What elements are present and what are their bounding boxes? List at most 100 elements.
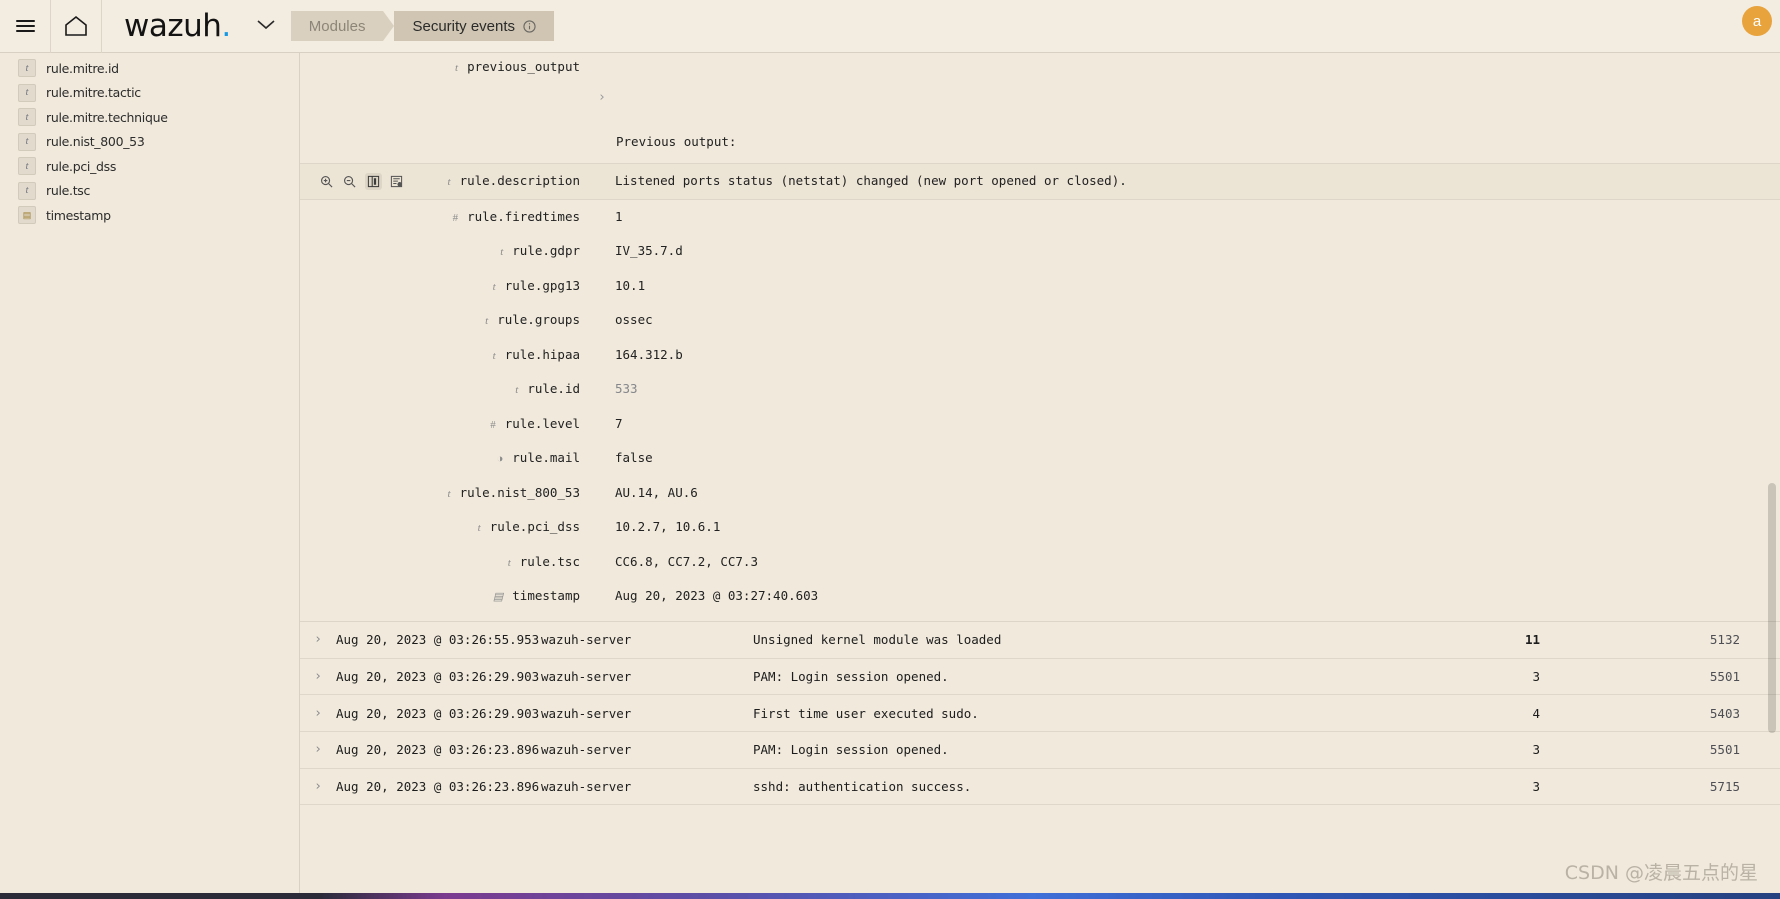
wazuh-logo[interactable]: wazuh. [102, 0, 241, 53]
sidebar-item-label: rule.mitre.id [46, 60, 119, 76]
sidebar-item-rule-pci-dss[interactable]: t rule.pci_dss [0, 154, 299, 179]
expand-row-caret-icon[interactable]: › [300, 779, 336, 794]
event-time: Aug 20, 2023 @ 03:26:29.903 [336, 669, 540, 685]
detail-row-previous-output: t previous_output › Previous output: osse… [300, 53, 1780, 163]
field-type-boolean-icon: ◑ [496, 453, 504, 465]
detail-row-rule-gpg13[interactable]: t rule.gpg13 10.1 [300, 269, 1780, 304]
vertical-scrollbar[interactable] [1767, 53, 1778, 899]
event-agent: wazuh-server [541, 669, 632, 685]
chevron-down-icon[interactable] [255, 17, 277, 36]
detail-field-name: t previous_output [405, 53, 580, 74]
detail-row-rule-mail[interactable]: ◑ rule.mail false [300, 441, 1780, 476]
sidebar-item-rule-mitre-tactic[interactable]: t rule.mitre.tactic [0, 81, 299, 106]
detail-field-value: false [615, 450, 653, 465]
event-time: Aug 20, 2023 @ 03:26:29.903 [336, 705, 540, 721]
event-time: Aug 20, 2023 @ 03:26:23.896 [336, 779, 540, 795]
detail-field-value: › Previous output: ossec: output: 'netst… [580, 53, 1780, 163]
expand-row-caret-icon[interactable]: › [300, 742, 336, 757]
detail-row-rule-hipaa[interactable]: t rule.hipaa 164.312.b [300, 338, 1780, 373]
detail-row-rule-id[interactable]: t rule.id 533 [300, 372, 1780, 407]
detail-row-timestamp[interactable]: ▤ timestamp Aug 20, 2023 @ 03:27:40.603 [300, 579, 1780, 621]
table-row[interactable]: › Aug 20, 2023 @ 03:26:29.903 wazuh-serv… [300, 695, 1780, 733]
hamburger-icon[interactable] [0, 0, 50, 53]
sidebar-item-rule-mitre-id[interactable]: t rule.mitre.id [0, 56, 299, 81]
row-actions [300, 579, 405, 613]
detail-field-name: t rule.id [405, 372, 580, 396]
detail-row-rule-groups[interactable]: t rule.groups ossec [300, 303, 1780, 338]
sidebar-item-timestamp[interactable]: ▤ timestamp [0, 203, 299, 228]
event-level: 4 [1532, 705, 1540, 721]
detail-field-value: 533 [615, 381, 638, 396]
expand-row-caret-icon[interactable]: › [300, 669, 336, 684]
detail-row-rule-gdpr[interactable]: t rule.gdpr IV_35.7.d [300, 234, 1780, 269]
field-type-number-icon: # [452, 211, 459, 224]
event-level: 3 [1532, 669, 1540, 685]
expand-row-caret-icon[interactable]: › [300, 632, 336, 647]
detail-field-value: 7 [615, 415, 623, 431]
field-type-string-icon: t [507, 556, 511, 569]
content-area: t previous_output › Previous output: osse… [300, 53, 1780, 899]
table-row[interactable]: › Aug 20, 2023 @ 03:26:29.903 wazuh-serv… [300, 659, 1780, 696]
main-layout: t rule.mitre.id t rule.mitre.tactic t ru… [0, 53, 1780, 899]
sidebar-item-rule-nist-800-53[interactable]: t rule.nist_800_53 [0, 130, 299, 155]
expand-caret-icon[interactable]: › [598, 90, 606, 105]
filter-field-icon[interactable] [389, 173, 406, 190]
detail-row-rule-level[interactable]: # rule.level 7 [300, 407, 1780, 442]
event-description: sshd: authentication success. [753, 779, 972, 795]
detail-row-rule-firedtimes[interactable]: # rule.firedtimes 1 [300, 200, 1780, 235]
detail-field-value: IV_35.7.d [615, 243, 683, 258]
detail-field-name: t rule.tsc [405, 545, 580, 569]
event-time: Aug 20, 2023 @ 03:26:55.953 [336, 632, 540, 648]
field-type-string-icon: t [447, 487, 451, 500]
event-description: Unsigned kernel module was loaded [753, 632, 1002, 648]
event-rule-id: 5403 [1709, 705, 1740, 721]
avatar[interactable]: a [1742, 6, 1772, 36]
zoom-out-icon[interactable] [342, 173, 359, 190]
sidebar-item-label: rule.mitre.technique [46, 109, 168, 125]
sidebar-item-label: rule.nist_800_53 [46, 134, 145, 150]
detail-field-value: 1 [615, 208, 623, 224]
detail-field-value: Aug 20, 2023 @ 03:27:40.603 [615, 588, 819, 603]
breadcrumb-item-security-events[interactable]: Security events [394, 11, 555, 41]
field-type-string-icon: t [18, 59, 36, 78]
field-type-string-icon: t [18, 132, 36, 151]
sidebar-item-rule-mitre-technique[interactable]: t rule.mitre.technique [0, 105, 299, 130]
expand-row-caret-icon[interactable]: › [300, 706, 336, 721]
table-row[interactable]: › Aug 20, 2023 @ 03:26:23.896 wazuh-serv… [300, 769, 1780, 806]
row-actions [300, 372, 405, 406]
detail-field-value: 10.2.7, 10.6.1 [615, 519, 721, 534]
table-row[interactable]: › Aug 20, 2023 @ 03:26:55.953 wazuh-serv… [300, 622, 1780, 659]
row-actions [300, 303, 405, 337]
row-actions [300, 164, 405, 198]
sidebar-item-rule-tsc[interactable]: t rule.tsc [0, 179, 299, 204]
field-type-string-icon: t [485, 315, 489, 327]
detail-row-rule-description[interactable]: t rule.description Listened ports status … [300, 163, 1780, 200]
detail-row-rule-pci-dss[interactable]: t rule.pci_dss 10.2.7, 10.6.1 [300, 510, 1780, 545]
sidebar-item-label: timestamp [46, 207, 111, 223]
detail-field-value: CC6.8, CC7.2, CC7.3 [615, 553, 758, 569]
breadcrumb-modules-label: Modules [308, 17, 366, 35]
prev-line-0: Previous output: [616, 134, 737, 149]
events-table: › Aug 20, 2023 @ 03:26:55.953 wazuh-serv… [300, 622, 1780, 806]
field-label: rule.firedtimes [467, 208, 580, 224]
field-label: rule.gdpr [512, 243, 580, 258]
detail-row-rule-tsc[interactable]: t rule.tsc CC6.8, CC7.2, CC7.3 [300, 545, 1780, 580]
scrollbar-thumb[interactable] [1768, 483, 1776, 733]
event-rule-id: 5715 [1709, 779, 1740, 795]
toggle-column-icon[interactable] [365, 172, 382, 190]
field-label: rule.groups [497, 312, 580, 327]
breadcrumb: Modules Security events [290, 10, 555, 42]
table-row[interactable]: › Aug 20, 2023 @ 03:26:23.896 wazuh-serv… [300, 732, 1780, 769]
detail-field-name: t rule.nist_800_53 [405, 476, 580, 500]
info-icon[interactable] [523, 19, 536, 33]
zoom-in-icon[interactable] [318, 173, 335, 190]
field-type-string-icon: t [492, 349, 496, 362]
detail-row-rule-nist-800-53[interactable]: t rule.nist_800_53 AU.14, AU.6 [300, 476, 1780, 511]
event-rule-id: 5501 [1709, 669, 1740, 685]
brand-dot: . [221, 7, 231, 44]
breadcrumb-item-modules[interactable]: Modules [290, 11, 384, 41]
field-label: rule.level [504, 415, 580, 431]
user-menu[interactable]: a [1742, 6, 1772, 36]
home-icon[interactable] [51, 0, 101, 53]
row-actions [300, 441, 405, 475]
